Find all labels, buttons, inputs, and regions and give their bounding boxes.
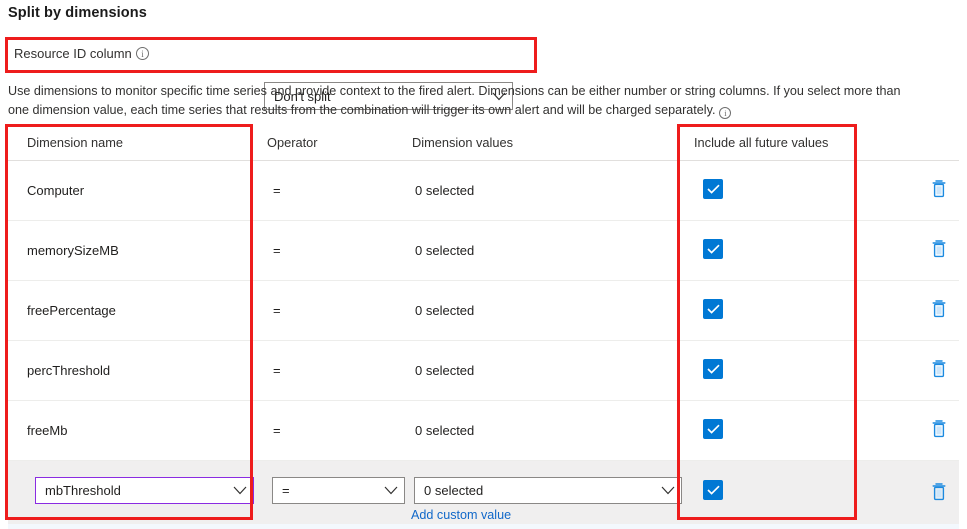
include-all-future-values-checkbox[interactable] bbox=[703, 480, 723, 500]
table-row: freePercentage = 0 selected bbox=[8, 281, 959, 341]
delete-row-button[interactable] bbox=[929, 298, 949, 320]
include-all-future-values-checkbox[interactable] bbox=[703, 179, 723, 199]
info-icon[interactable]: i bbox=[136, 47, 149, 60]
info-icon[interactable]: i bbox=[719, 107, 732, 119]
table-row-editing: mbThreshold = 0 selected Add custom valu… bbox=[8, 461, 959, 529]
operator-dropdown[interactable]: = bbox=[272, 477, 405, 504]
dimension-values-value: 0 selected bbox=[415, 363, 475, 378]
chevron-down-icon bbox=[655, 486, 681, 495]
dimensions-description: Use dimensions to monitor specific time … bbox=[8, 82, 920, 120]
operator-value: = bbox=[273, 303, 281, 318]
chevron-down-icon bbox=[378, 486, 404, 495]
dimension-name-value: memorySizeMB bbox=[27, 243, 119, 258]
table-row: freeMb = 0 selected bbox=[8, 401, 959, 461]
dimensions-description-text: Use dimensions to monitor specific time … bbox=[8, 84, 901, 117]
operator-value: = bbox=[282, 483, 290, 498]
table-row: Computer = 0 selected bbox=[8, 161, 959, 221]
column-header-dimension-values: Dimension values bbox=[412, 135, 514, 150]
table-row: percThreshold = 0 selected bbox=[8, 341, 959, 401]
page-title: Split by dimensions bbox=[8, 5, 147, 21]
column-header-dimension-name: Dimension name bbox=[27, 135, 124, 150]
dimension-name-value: Computer bbox=[27, 183, 85, 198]
delete-row-button[interactable] bbox=[929, 418, 949, 440]
include-all-future-values-checkbox[interactable] bbox=[703, 239, 723, 259]
dimension-values-value: 0 selected bbox=[415, 423, 475, 438]
dimension-values-dropdown[interactable]: 0 selected bbox=[414, 477, 682, 504]
resource-id-column-row: Resource ID column i Don't split bbox=[0, 40, 967, 110]
operator-value: = bbox=[273, 243, 281, 258]
include-all-future-values-checkbox[interactable] bbox=[703, 299, 723, 319]
table-header-row: Dimension name Operator Dimension values… bbox=[8, 125, 959, 161]
chevron-down-icon bbox=[227, 486, 253, 495]
dimension-name-dropdown[interactable]: mbThreshold bbox=[35, 477, 254, 504]
operator-value: = bbox=[273, 183, 281, 198]
table-row: memorySizeMB = 0 selected bbox=[8, 221, 959, 281]
include-all-future-values-checkbox[interactable] bbox=[703, 359, 723, 379]
delete-row-button[interactable] bbox=[929, 358, 949, 380]
dimension-values-value: 0 selected bbox=[415, 243, 475, 258]
dimension-name-value: freePercentage bbox=[27, 303, 116, 318]
column-header-include-all-future-values: Include all future values bbox=[694, 135, 829, 150]
dimension-name-value: freeMb bbox=[27, 423, 68, 438]
delete-row-button[interactable] bbox=[929, 178, 949, 200]
dimension-values-value: 0 selected bbox=[415, 303, 475, 318]
bottom-divider bbox=[8, 524, 959, 529]
delete-row-button[interactable] bbox=[929, 238, 949, 260]
column-header-operator: Operator bbox=[267, 135, 318, 150]
resource-id-column-label: Resource ID column bbox=[14, 46, 132, 61]
include-all-future-values-checkbox[interactable] bbox=[703, 419, 723, 439]
dimension-values-value: 0 selected bbox=[415, 183, 475, 198]
dimensions-table: Dimension name Operator Dimension values… bbox=[8, 125, 959, 529]
operator-value: = bbox=[273, 363, 281, 378]
dimension-values-value: 0 selected bbox=[424, 483, 484, 498]
delete-row-button[interactable] bbox=[929, 481, 949, 503]
dimension-name-value: percThreshold bbox=[27, 363, 111, 378]
dimension-name-value: mbThreshold bbox=[45, 483, 121, 498]
add-custom-value-link[interactable]: Add custom value bbox=[411, 508, 511, 522]
operator-value: = bbox=[273, 423, 281, 438]
split-by-dimensions-panel: Split by dimensions Resource ID column i… bbox=[0, 0, 967, 529]
